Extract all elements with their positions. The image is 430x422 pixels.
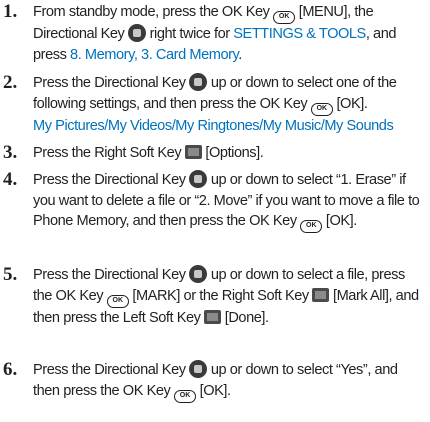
step-text: [Done]. [224, 309, 269, 326]
step-2: 2 Press the Directional Key up or down t… [3, 72, 426, 136]
right-soft-key-icon [184, 145, 202, 159]
step-text: [MARK] or the Right Soft Key [132, 287, 309, 304]
ok-key-icon: OK [174, 389, 196, 403]
menu-path: 8. Memory, 3. Card Memory [70, 46, 239, 63]
step-text: [OK]. [336, 95, 368, 112]
right-soft-key-icon [312, 287, 330, 302]
step-1: 1 From standby mode, press the OK Key OK… [3, 1, 426, 65]
step-number: 1 [3, 1, 17, 23]
step-text: [OK]. [325, 213, 357, 230]
step-text: . [238, 46, 242, 63]
step-number: 2 [3, 72, 17, 94]
step-number: 4 [3, 169, 17, 191]
step-text: [Options]. [205, 145, 264, 161]
step-6: 6 Press the Directional Key up or down t… [3, 359, 426, 403]
menu-path: SETTINGS & TOOLS [233, 26, 366, 42]
settings-list: My Pictures/My Videos/My Ringtones/My Mu… [33, 117, 394, 134]
step-number: 5 [3, 264, 17, 286]
step-text: Press the Directional Key [33, 267, 186, 283]
step-text: From standby mode, press the OK Key [33, 4, 270, 20]
directional-key-icon [189, 360, 208, 378]
ok-key-icon: OK [273, 11, 296, 24]
step-4: 4 Press the Directional Key up or down t… [3, 169, 426, 234]
directional-key-icon [189, 265, 208, 283]
instructions-document: 1 From standby mode, press the OK Key OK… [0, 0, 430, 422]
step-text: Press the Directional Key [33, 172, 186, 188]
directional-key-icon [189, 73, 208, 91]
step-text: Press the Right Soft Key [33, 145, 182, 161]
ok-key-icon: OK [310, 102, 333, 116]
directional-key-icon [189, 170, 208, 188]
step-number: 3 [3, 142, 17, 164]
left-soft-key-icon [204, 309, 222, 324]
directional-key-icon [128, 24, 147, 42]
step-5: 5 Press the Directional Key up or down t… [3, 264, 426, 328]
ok-key-icon: OK [106, 294, 129, 308]
step-text: right twice for [149, 26, 230, 42]
step-text: [OK]. [199, 382, 231, 399]
ok-key-icon: OK [300, 220, 323, 234]
step-text: Press the Directional Key [33, 75, 186, 91]
step-text: Press the Directional Key [33, 362, 186, 378]
step-3: 3 Press the Right Soft Key [Options]. [3, 142, 426, 164]
step-number: 6 [3, 359, 17, 381]
